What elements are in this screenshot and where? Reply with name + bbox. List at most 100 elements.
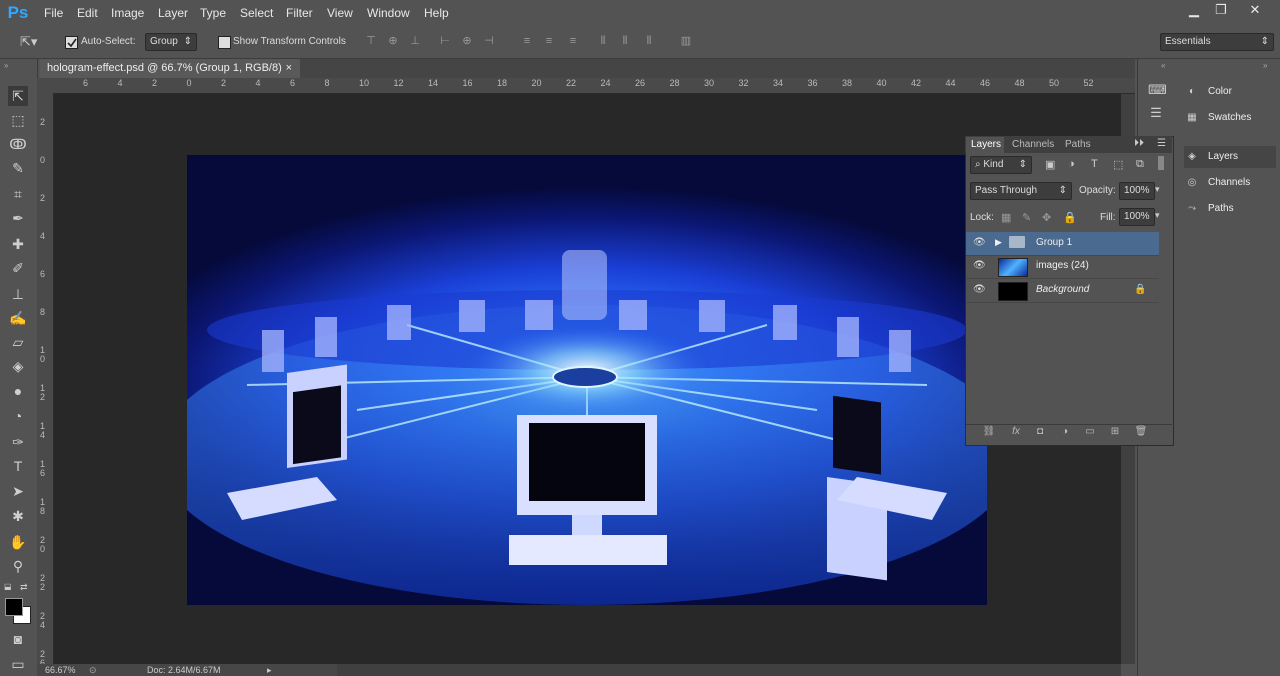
foreground-color-swatch[interactable] bbox=[5, 598, 23, 616]
zoom-tool-icon[interactable]: ⚲ bbox=[8, 556, 28, 576]
eyedropper-tool-icon[interactable]: ✒ bbox=[8, 208, 28, 228]
ruler-origin[interactable] bbox=[37, 78, 53, 93]
move-tool-icon[interactable]: ⇱ bbox=[8, 86, 28, 106]
layer-style-icon[interactable]: fx bbox=[1009, 426, 1023, 438]
filter-pixel-icon[interactable]: ▣ bbox=[1045, 158, 1055, 171]
tab-paths[interactable]: Paths bbox=[1065, 139, 1091, 150]
menu-image[interactable]: Image bbox=[111, 6, 144, 20]
dodge-tool-icon[interactable]: ◔ bbox=[8, 406, 28, 426]
lasso-tool-icon[interactable]: ↂ bbox=[8, 134, 28, 154]
lock-transparent-icon[interactable]: ▦ bbox=[1001, 211, 1011, 224]
delete-layer-icon[interactable]: 🗑 bbox=[1134, 426, 1148, 438]
hand-tool-icon[interactable]: ✋ bbox=[8, 532, 28, 552]
align-bottom-icon[interactable]: ⊥ bbox=[408, 34, 422, 48]
restore-button[interactable]: ❐ bbox=[1209, 2, 1233, 18]
dock-layers[interactable]: ◈ Layers bbox=[1184, 146, 1276, 168]
show-transform-checkbox[interactable] bbox=[218, 36, 231, 49]
close-button[interactable]: ✕ bbox=[1243, 2, 1267, 18]
visibility-eye-icon[interactable]: 👁 bbox=[973, 237, 986, 249]
blur-tool-icon[interactable]: ● bbox=[8, 381, 28, 401]
quick-selection-tool-icon[interactable]: ✎ bbox=[8, 158, 28, 178]
default-colors-icon[interactable]: ⬓ bbox=[4, 582, 16, 592]
document-tab-close-icon[interactable]: × bbox=[286, 59, 292, 78]
panel-menu-icon[interactable]: ☰ bbox=[1157, 138, 1166, 149]
collapse-panels-icon[interactable]: « bbox=[1161, 61, 1165, 70]
tab-channels[interactable]: Channels bbox=[1012, 139, 1054, 150]
align-right-icon[interactable]: ⊣ bbox=[482, 34, 496, 48]
opacity-input[interactable]: 100% bbox=[1119, 182, 1155, 200]
quick-mask-icon[interactable]: ◙ bbox=[8, 629, 28, 649]
opacity-slider-arrow-icon[interactable]: ▾ bbox=[1155, 184, 1160, 195]
collapse-dock-icon[interactable]: » bbox=[1263, 61, 1267, 70]
collapse-panel-icon[interactable]: ⏵⏵ bbox=[1134, 138, 1144, 149]
menu-type[interactable]: Type bbox=[200, 6, 226, 20]
lock-position-icon[interactable]: ✥ bbox=[1042, 211, 1051, 224]
link-layers-icon[interactable]: ⛓ bbox=[982, 426, 996, 438]
auto-select-target-dropdown[interactable]: Group ⇕ bbox=[145, 33, 197, 51]
layer-filter-dropdown[interactable]: ⌕ Kind ⇕ bbox=[970, 156, 1032, 174]
visibility-eye-icon[interactable]: 👁 bbox=[973, 260, 986, 272]
status-menu-arrow-icon[interactable]: ▸ bbox=[267, 664, 272, 676]
eraser-tool-icon[interactable]: ▱ bbox=[8, 332, 28, 352]
align-hcenter-icon[interactable]: ⊕ bbox=[460, 34, 474, 48]
dock-channels[interactable]: ◎ Channels bbox=[1184, 172, 1276, 194]
workspace-dropdown[interactable]: Essentials ⇕ bbox=[1160, 33, 1274, 51]
visibility-eye-icon[interactable]: 👁 bbox=[973, 284, 986, 296]
menu-help[interactable]: Help bbox=[424, 6, 449, 20]
dock-swatches[interactable]: ▦ Swatches bbox=[1184, 107, 1276, 129]
menu-filter[interactable]: Filter bbox=[286, 6, 313, 20]
distribute-top-icon[interactable]: ≡ bbox=[520, 34, 534, 48]
menu-file[interactable]: File bbox=[44, 6, 63, 20]
zoom-level[interactable]: 66.67% bbox=[45, 664, 76, 676]
screen-mode-icon[interactable]: ▭ bbox=[8, 654, 28, 674]
tab-layers[interactable]: Layers bbox=[971, 139, 1001, 150]
fill-input[interactable]: 100% bbox=[1119, 208, 1155, 226]
distribute-bottom-icon[interactable]: ≡ bbox=[566, 34, 580, 48]
lock-all-icon[interactable]: 🔒 bbox=[1063, 211, 1077, 224]
document-image[interactable] bbox=[187, 155, 987, 605]
align-top-icon[interactable]: ⊤ bbox=[364, 34, 378, 48]
new-group-icon[interactable]: ▭ bbox=[1083, 426, 1097, 438]
minimize-button[interactable]: ▁ bbox=[1182, 2, 1206, 18]
dock-color[interactable]: ◐ Color bbox=[1184, 81, 1276, 103]
distribute-left-icon[interactable]: ⦀ bbox=[596, 34, 610, 48]
history-brush-tool-icon[interactable]: ✍ bbox=[8, 308, 28, 328]
add-mask-icon[interactable]: ◘ bbox=[1033, 426, 1047, 438]
collapse-toolbar-icon[interactable]: » bbox=[4, 61, 8, 70]
paint-bucket-tool-icon[interactable]: ◈ bbox=[8, 356, 28, 376]
layer-row-images[interactable]: 👁 images (24) bbox=[966, 255, 1159, 279]
menu-layer[interactable]: Layer bbox=[158, 6, 188, 20]
auto-select-checkbox[interactable] bbox=[65, 36, 78, 49]
shape-tool-icon[interactable]: ✱ bbox=[8, 506, 28, 526]
vertical-ruler[interactable]: 2024681 01 21 41 61 82 02 22 42 6 bbox=[37, 93, 54, 668]
clone-stamp-tool-icon[interactable]: ⊥ bbox=[8, 284, 28, 304]
layer-row-background[interactable]: 👁 Background 🔒 bbox=[966, 279, 1159, 303]
menu-edit[interactable]: Edit bbox=[77, 6, 98, 20]
layer-row-group-1[interactable]: 👁 ▶ Group 1 bbox=[966, 232, 1159, 256]
distribute-right-icon[interactable]: ⦀ bbox=[642, 34, 656, 48]
brush-tool-icon[interactable]: ✐ bbox=[8, 258, 28, 278]
history-panel-icon[interactable]: ⌨ bbox=[1148, 82, 1167, 100]
pen-tool-icon[interactable]: ✑ bbox=[8, 432, 28, 452]
auto-align-layers-icon[interactable]: ▥ bbox=[679, 34, 693, 48]
menu-select[interactable]: Select bbox=[240, 6, 273, 20]
distribute-vcenter-icon[interactable]: ≡ bbox=[542, 34, 556, 48]
menu-view[interactable]: View bbox=[327, 6, 353, 20]
filter-toggle-icon[interactable] bbox=[1158, 156, 1164, 170]
type-tool-icon[interactable]: T bbox=[8, 456, 28, 476]
properties-panel-icon[interactable]: ☰ bbox=[1148, 105, 1164, 123]
fill-slider-arrow-icon[interactable]: ▾ bbox=[1155, 210, 1160, 221]
healing-brush-tool-icon[interactable]: ✚ bbox=[8, 234, 28, 254]
distribute-hcenter-icon[interactable]: ⦀ bbox=[618, 34, 632, 48]
expand-arrow-icon[interactable]: ▶ bbox=[995, 237, 1002, 248]
lock-image-icon[interactable]: ✎ bbox=[1022, 211, 1031, 224]
align-vcenter-icon[interactable]: ⊕ bbox=[386, 34, 400, 48]
blend-mode-dropdown[interactable]: Pass Through ⇕ bbox=[970, 182, 1072, 200]
swap-colors-icon[interactable]: ⇄ bbox=[20, 582, 32, 592]
menu-window[interactable]: Window bbox=[367, 6, 410, 20]
marquee-tool-icon[interactable]: ⬚ bbox=[8, 110, 28, 130]
new-layer-icon[interactable]: ⊞ bbox=[1108, 426, 1122, 438]
horizontal-ruler[interactable]: 6 4 2 0 2 4 6 8 10 12 14 16 18 20 22 24 26 28 30 32 34 36 38 40… bbox=[53, 78, 1135, 94]
dock-paths[interactable]: ⤳ Paths bbox=[1184, 198, 1276, 220]
path-selection-tool-icon[interactable]: ➤ bbox=[8, 481, 28, 501]
